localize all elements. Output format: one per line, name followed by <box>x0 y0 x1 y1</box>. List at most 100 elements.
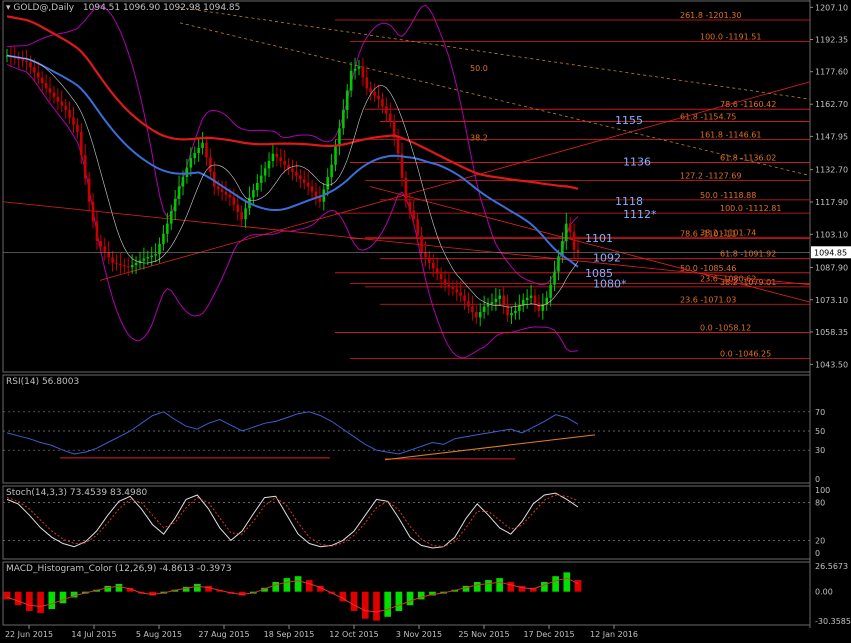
macd-bar <box>283 578 291 592</box>
candle-body <box>256 182 259 191</box>
candle-body <box>185 167 189 178</box>
macd-signal-line <box>6 577 579 613</box>
triangle-icon: ▾ <box>6 3 11 13</box>
candle-body <box>267 161 271 169</box>
fan-label: 38.2 <box>470 134 488 143</box>
macd-tick-label: -30.3585 <box>815 617 851 626</box>
moving-average-fast <box>6 55 579 308</box>
candle-body <box>162 233 165 244</box>
candle-body <box>201 142 204 148</box>
macd-bar <box>552 576 559 592</box>
price-tick-label: 1162.70 <box>815 100 848 109</box>
rsi-trend-line <box>384 434 596 461</box>
macd-bar <box>59 591 67 604</box>
level-label: 1092 <box>593 252 621 265</box>
candle-body <box>72 117 75 125</box>
price-tick-label: 1073.10 <box>815 296 848 305</box>
macd-bar <box>574 580 582 592</box>
candle-body <box>232 197 236 205</box>
macd-bar <box>14 591 22 606</box>
candle-body <box>478 311 482 318</box>
candle-body <box>529 295 533 298</box>
candle-body <box>205 142 208 158</box>
candle-body <box>80 131 83 156</box>
candle-body <box>498 295 502 299</box>
price-tick-label: 1043.50 <box>815 360 848 369</box>
candle-body <box>91 201 95 222</box>
candle-body <box>342 110 345 129</box>
chart-header: ▾ GOLD@,Daily 1094.51 1096.90 1092.98 10… <box>6 3 240 13</box>
fib-level-label: 100.0 -1112.81 <box>720 204 781 213</box>
candle-body <box>518 305 521 311</box>
candle-body <box>435 268 439 274</box>
candle-body <box>33 67 36 73</box>
candle-body <box>146 257 150 259</box>
candle-body <box>377 95 380 100</box>
fan-label: 50.0 <box>470 64 488 73</box>
pane-frame-rsi <box>2 374 811 484</box>
candle-body <box>345 90 349 111</box>
stoch-title: Stoch(14,3,3) 73.4539 83.4980 <box>6 488 148 498</box>
candle-body <box>443 279 447 285</box>
candle-body <box>361 66 365 78</box>
candle-body <box>482 306 486 312</box>
candle-body <box>467 301 470 307</box>
candle-body <box>299 175 302 180</box>
candle-body <box>126 266 130 268</box>
candle-body <box>209 157 212 172</box>
candle-body <box>428 257 431 263</box>
time-tick-label: 3 Nov 2015 <box>396 630 442 639</box>
stoch-tick-label: 0 <box>815 549 820 558</box>
candle-body <box>494 298 498 303</box>
candle-body <box>236 204 240 212</box>
candle-body <box>103 246 107 252</box>
candle-body <box>271 153 275 162</box>
candle-body <box>181 177 185 187</box>
stoch-signal-line <box>6 494 579 548</box>
candle-body <box>83 155 87 179</box>
candle-body <box>568 223 572 233</box>
candle-body <box>310 186 314 192</box>
candle-body <box>475 311 478 318</box>
candle-body <box>29 62 32 68</box>
time-tick-label: 17 Dec 2015 <box>523 630 574 639</box>
candle-body <box>40 77 44 84</box>
candle-body <box>150 255 154 258</box>
candle-body <box>549 284 552 298</box>
time-tick-label: 18 Sep 2015 <box>264 630 315 639</box>
fan-line <box>179 7 811 100</box>
candle-body <box>166 223 169 234</box>
candle-body <box>408 201 412 211</box>
macd-bar <box>361 591 369 619</box>
candle-body <box>76 124 79 132</box>
candle-body <box>431 262 435 269</box>
candle-body <box>244 208 247 220</box>
candle-body <box>52 92 56 98</box>
rsi-tick-label: 70 <box>815 408 825 417</box>
candle-body <box>314 191 318 197</box>
candle-body <box>514 310 517 314</box>
time-tick-label: 12 Jan 2016 <box>590 630 638 639</box>
level-label: 1118 <box>615 195 643 208</box>
candle-body <box>44 83 48 89</box>
candle-body <box>189 158 193 168</box>
candle-body <box>173 198 177 212</box>
candle-body <box>36 72 40 78</box>
candle-body <box>330 164 333 178</box>
trading-chart[interactable]: 1207.10 1192.35 1177.60 1162.70 1147.95 1132.… <box>0 0 851 643</box>
macd-bar <box>406 591 414 606</box>
fib-level-label: 127.2 -1127.69 <box>680 172 741 181</box>
candle-body <box>439 273 443 280</box>
candle-body <box>306 182 310 187</box>
fan-line <box>179 22 811 176</box>
candle-body <box>486 304 490 307</box>
candle-body <box>111 257 114 263</box>
candle-body <box>369 88 373 92</box>
macd-bar <box>541 582 548 592</box>
fib-level-label: 0.0 -1058.12 <box>700 323 751 332</box>
macd-bar <box>104 585 112 592</box>
candle-body <box>197 147 200 154</box>
time-tick-label: 14 Jul 2015 <box>71 630 116 639</box>
candle-body <box>334 146 337 165</box>
candle-body <box>21 59 24 61</box>
